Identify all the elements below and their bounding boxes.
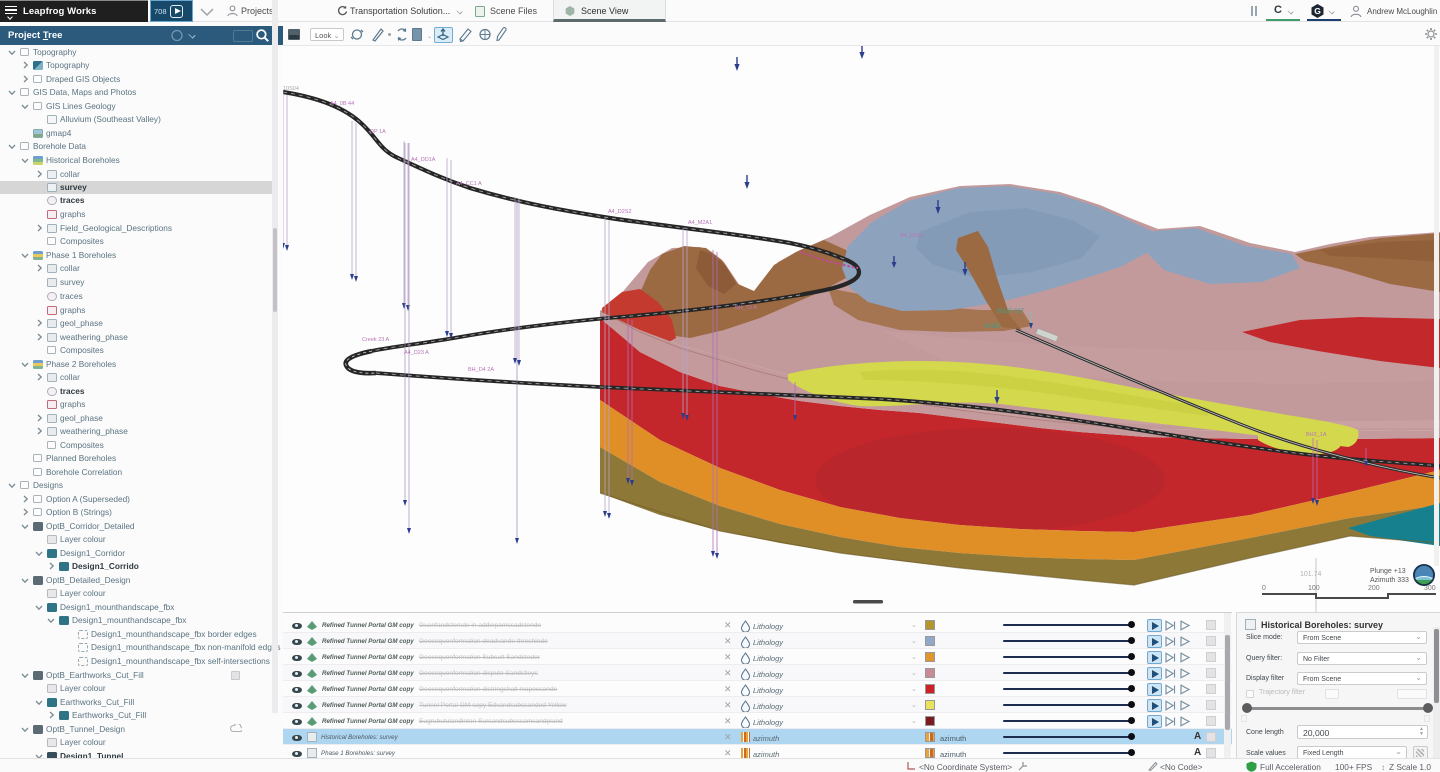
svg-text:A4_DD1A: A4_DD1A bbox=[411, 157, 436, 163]
svg-text:BH2E: BH2E bbox=[985, 324, 1001, 330]
svg-text:200: 200 bbox=[1368, 585, 1380, 592]
svg-text:A4_0B 44: A4_0B 44 bbox=[330, 101, 354, 107]
svg-text:G: G bbox=[1314, 6, 1321, 16]
svg-text:A4_D2S2: A4_D2S2 bbox=[608, 209, 632, 215]
svg-text:BH2F 027: BH2F 027 bbox=[997, 309, 1025, 315]
svg-text:Creek 23 A: Creek 23 A bbox=[362, 337, 390, 343]
svg-text:300: 300 bbox=[1424, 585, 1436, 592]
svg-text:Plunge +13: Plunge +13 bbox=[1370, 568, 1406, 575]
svg-text:101.74: 101.74 bbox=[1300, 571, 1322, 578]
svg-text:10S04: 10S04 bbox=[283, 86, 299, 92]
svg-text:DP 1A: DP 1A bbox=[370, 129, 386, 135]
svg-text:BH_D4 2A: BH_D4 2A bbox=[468, 367, 494, 373]
svg-text:100: 100 bbox=[1308, 585, 1320, 592]
svg-text:BH_T2 A: BH_T2 A bbox=[735, 305, 757, 311]
svg-text:A4_D2S4: A4_D2S4 bbox=[900, 233, 924, 239]
svg-text:A4_M2A1: A4_M2A1 bbox=[688, 220, 712, 226]
svg-text:A4_CC1 A: A4_CC1 A bbox=[456, 181, 482, 187]
svg-text:0: 0 bbox=[1262, 585, 1266, 592]
svg-text:A4_D23 A: A4_D23 A bbox=[404, 350, 429, 356]
svg-text:Azimuth 333: Azimuth 333 bbox=[1370, 577, 1409, 584]
svg-text:BH2_1A: BH2_1A bbox=[1306, 432, 1327, 438]
